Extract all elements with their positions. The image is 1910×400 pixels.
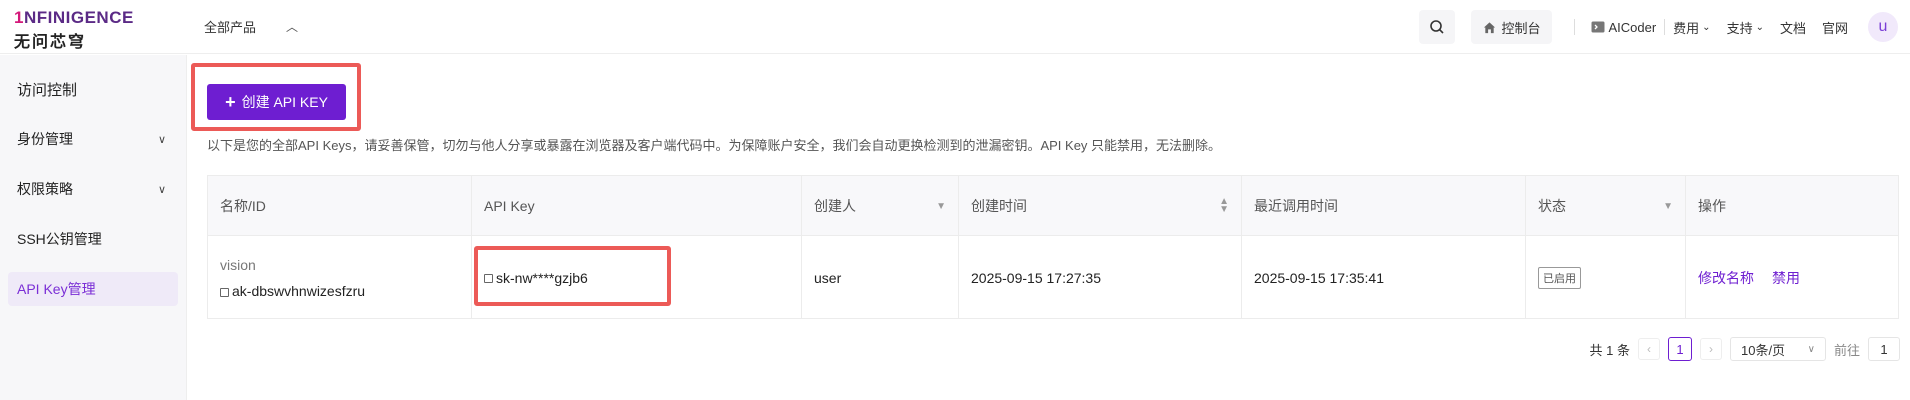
support-label: 支持 [1726,20,1753,36]
official-site-label: 官网 [1821,20,1848,36]
docs-link[interactable]: 文档 [1772,18,1814,37]
filter-icon[interactable]: ▼ [1663,201,1673,212]
disable-link[interactable]: 禁用 [1772,268,1800,288]
all-products-label: 全部产品 [204,20,257,35]
jump-label: 前往 [1833,342,1860,358]
chevron-down-icon: ∨ [157,183,166,196]
status-badge: 已启用 [1538,266,1581,289]
column-header-name: 名称/ID [208,176,472,236]
console-button[interactable]: 控制台 [1471,10,1553,44]
next-page-icon[interactable]: › [1699,338,1722,360]
column-header-api-key: API Key [472,176,802,236]
api-keys-hint: 以下是您的全部API Keys，请妥善保管，切勿与他人分享或暴露在浏览器及客户端… [207,138,1222,153]
chevron-down-icon: ⌄ [1755,21,1764,33]
highlight-box [474,246,671,306]
page-size-select[interactable]: 10条/页 ∨ [1729,337,1826,361]
all-products-menu[interactable]: 全部产品 ︿ [204,17,298,36]
key-name: vision [220,256,256,273]
column-header-created-time: 创建时间 ▲ ▼ [959,176,1242,236]
sidebar-title: 访问控制 [17,82,78,99]
official-site-link[interactable]: 官网 [1814,18,1856,37]
table-row-creator-cell: user [802,236,959,319]
column-header-status: 状态 ▼ [1526,176,1686,236]
code-terminal-icon [1591,21,1605,33]
total-count: 共 1 条 [1589,342,1630,358]
table-header: 名称/ID API Key 创建人 ▼ 创建时间 ▲ ▼ 最近调用时间 状态 ▼ 操作 [208,176,1898,236]
column-header-last-called: 最近调用时间 [1242,176,1526,236]
sidebar: 访问控制 身份管理 ∨ 权限策略 ∨ SSH公钥管理 API Key管理 [0,55,187,400]
console-label: 控制台 [1501,20,1541,36]
sidebar-item-ssh-keys[interactable]: SSH公钥管理 [8,222,178,256]
chevron-up-icon: ︿ [286,20,299,34]
top-bar: 1NFINIGENCE 无问芯穹 全部产品 ︿ 控制台 AICoder 费用 ⌄… [0,0,1910,54]
sidebar-item-label: 权限策略 [17,181,73,197]
cost-label: 费用 [1673,20,1700,36]
table-row-last-called-cell: 2025-09-15 17:35:41 [1242,236,1526,319]
sidebar-item-label: API Key管理 [17,281,96,297]
table-row-actions-cell: 修改名称 禁用 [1686,236,1900,319]
chevron-down-icon: ⌄ [1702,21,1711,33]
key-id: ak-dbswvhnwizesfzru [232,282,366,299]
api-key-table: 名称/ID API Key 创建人 ▼ 创建时间 ▲ ▼ 最近调用时间 状态 ▼ 操作 … [207,175,1899,319]
prev-page-icon[interactable]: ‹ [1637,338,1660,360]
column-header-creator: 创建人 ▼ [802,176,959,236]
sidebar-item-api-keys[interactable]: API Key管理 [8,272,178,306]
home-icon [1484,21,1496,33]
chevron-down-icon: ∨ [157,133,166,146]
sidebar-item-label: SSH公钥管理 [17,231,102,247]
avatar[interactable]: u [1868,12,1898,42]
sidebar-item-label: 身份管理 [17,131,73,147]
aicoder-label: AICoder [1608,19,1657,35]
page-number[interactable]: 1 [1667,337,1692,361]
table-row-status-cell: 已启用 [1526,236,1686,319]
logo-text: NFINIGENCE [23,8,134,27]
divider [1574,19,1576,35]
aicoder-link[interactable]: AICoder [1583,20,1664,35]
chevron-down-icon: ∨ [1807,343,1815,355]
highlight-box [191,63,361,131]
logo-prefix: 1 [14,8,24,27]
jump-page-input[interactable]: 1 [1868,337,1900,361]
filter-icon[interactable]: ▼ [936,201,946,212]
rename-link[interactable]: 修改名称 [1698,268,1754,288]
docs-label: 文档 [1779,20,1806,36]
sidebar-item-identity[interactable]: 身份管理 ∨ [8,122,178,156]
copy-icon[interactable] [220,287,229,297]
pagination: 共 1 条 ‹ 1 › 10条/页 ∨ 前往 1 [1590,337,1900,361]
sidebar-item-policies[interactable]: 权限策略 ∨ [8,172,178,206]
search-button[interactable] [1419,10,1456,44]
table-row-name-cell: vision ak-dbswvhnwizesfzru [208,236,472,319]
support-menu[interactable]: 支持 ⌄ [1719,18,1772,37]
search-icon [1430,20,1445,34]
logo-subtitle: 无问芯穹 [14,34,87,51]
column-header-actions: 操作 [1698,198,1726,214]
table-row-created-cell: 2025-09-15 17:27:35 [959,236,1242,319]
cost-menu[interactable]: 费用 ⌄ [1665,18,1718,37]
logo[interactable]: 1NFINIGENCE 无问芯穹 [14,8,154,51]
sort-icon[interactable]: ▲ ▼ [1219,197,1229,215]
